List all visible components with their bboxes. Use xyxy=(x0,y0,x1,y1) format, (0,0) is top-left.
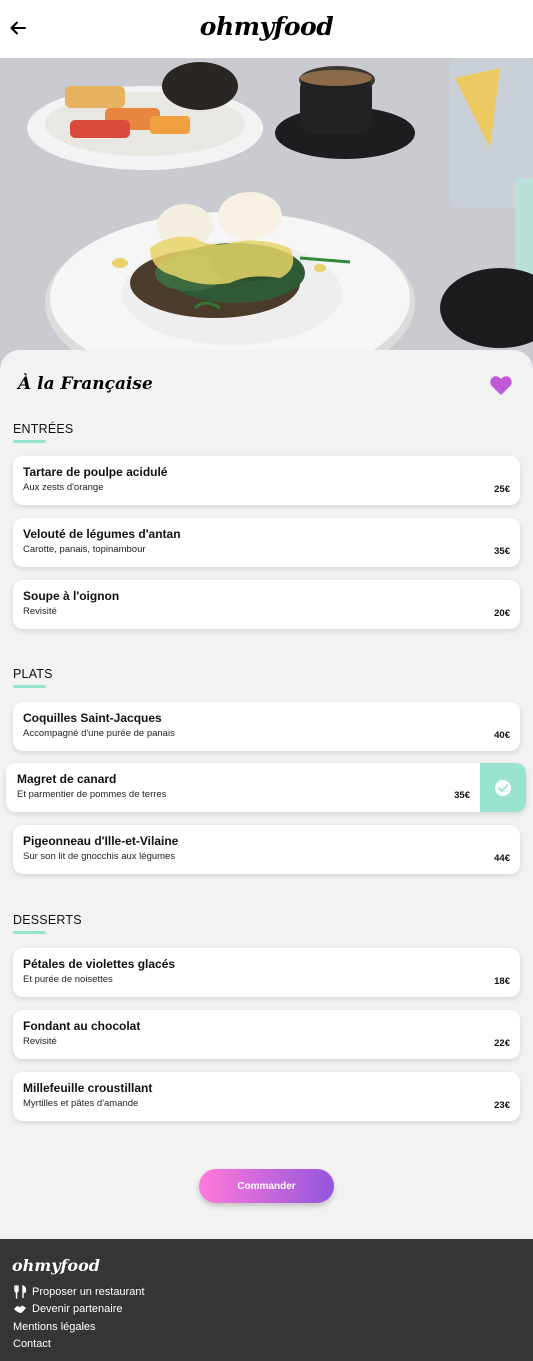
dish-card-selected[interactable]: Magret de canard Et parmentier de pommes… xyxy=(6,763,526,812)
dish-name: Tartare de poulpe acidulé xyxy=(23,465,168,479)
dish-card[interactable]: Coquilles Saint-Jacques Accompagné d'une… xyxy=(13,702,520,751)
dish-price: 35€ xyxy=(454,790,470,801)
menu-card: À la Française ENTRÉES Tartare de poulpe… xyxy=(0,350,533,1240)
footer-link-contact[interactable]: Contact xyxy=(13,1338,51,1350)
dish-card[interactable]: Tartare de poulpe acidulé Aux zests d'or… xyxy=(13,456,520,505)
section-title-entrees: ENTRÉES xyxy=(13,422,74,436)
check-circle-icon xyxy=(495,780,511,796)
dish-name: Coquilles Saint-Jacques xyxy=(23,711,162,725)
heart-icon[interactable] xyxy=(489,374,513,396)
dish-name: Magret de canard xyxy=(17,772,117,786)
selected-check-badge xyxy=(480,763,526,812)
handshake-icon xyxy=(14,1305,26,1313)
section-underline xyxy=(13,685,46,688)
dish-description: Revisité xyxy=(23,606,57,617)
dish-description: Et purée de noisettes xyxy=(23,974,113,985)
dish-name: Fondant au chocolat xyxy=(23,1019,141,1033)
dish-description: Accompagné d'une purée de panais xyxy=(23,728,175,739)
dish-price: 22€ xyxy=(494,1038,510,1049)
dish-price: 23€ xyxy=(494,1100,510,1111)
dish-description: Revisité xyxy=(23,1036,57,1047)
dish-price: 25€ xyxy=(494,484,510,495)
footer-link-label: Devenir partenaire xyxy=(32,1303,123,1315)
restaurant-name: À la Française xyxy=(18,374,153,394)
dish-price: 40€ xyxy=(494,730,510,741)
order-button[interactable]: Commander xyxy=(199,1169,334,1203)
restaurant-hero-image xyxy=(0,58,533,378)
top-bar: ohmyfood xyxy=(0,0,533,58)
dish-price: 20€ xyxy=(494,608,510,619)
footer-link-label: Proposer un restaurant xyxy=(32,1286,145,1298)
dish-card[interactable]: Velouté de légumes d'antan Carotte, pana… xyxy=(13,518,520,567)
dish-description: Sur son lit de gnocchis aux légumes xyxy=(23,851,176,862)
dish-card[interactable]: Soupe à l'oignon Revisité 20€ xyxy=(13,580,520,629)
dish-description: Aux zests d'orange xyxy=(23,482,104,493)
dish-description: Et parmentier de pommes de terres xyxy=(17,789,167,800)
footer-link-propose-restaurant[interactable]: Proposer un restaurant xyxy=(13,1285,145,1299)
dish-price: 18€ xyxy=(494,976,510,987)
section-underline xyxy=(13,931,46,934)
dish-name: Pigeonneau d'Ille-et-Vilaine xyxy=(23,834,179,848)
dish-description: Carotte, panais, topinambour xyxy=(23,544,146,555)
footer-link-become-partner[interactable]: Devenir partenaire xyxy=(13,1303,123,1315)
section-title-desserts: DESSERTS xyxy=(13,913,82,927)
dish-card[interactable]: Fondant au chocolat Revisité 22€ xyxy=(13,1010,520,1059)
dish-description: Myrtilles et pâtes d'amande xyxy=(23,1098,139,1109)
dish-name: Millefeuille croustillant xyxy=(23,1081,153,1095)
dish-card[interactable]: Pigeonneau d'Ille-et-Vilaine Sur son lit… xyxy=(13,825,520,874)
dish-price: 35€ xyxy=(494,546,510,557)
dish-card[interactable]: Pétales de violettes glacés Et purée de … xyxy=(13,948,520,997)
dish-name: Velouté de légumes d'antan xyxy=(23,527,181,541)
utensils-icon xyxy=(14,1285,27,1299)
section-underline xyxy=(13,440,46,443)
footer-link-label: Contact xyxy=(13,1338,51,1350)
section-title-plats: PLATS xyxy=(13,667,53,681)
dish-name: Soupe à l'oignon xyxy=(23,589,120,603)
footer: ohmyfood Proposer un restaurant Devenir … xyxy=(0,1239,533,1361)
dish-card[interactable]: Millefeuille croustillant Myrtilles et p… xyxy=(13,1072,520,1121)
dish-name: Pétales de violettes glacés xyxy=(23,957,176,971)
dish-price: 44€ xyxy=(494,853,510,864)
app-logo[interactable]: ohmyfood xyxy=(0,12,533,41)
footer-logo[interactable]: ohmyfood xyxy=(12,1256,100,1275)
footer-link-label: Mentions légales xyxy=(13,1321,96,1333)
footer-link-legal[interactable]: Mentions légales xyxy=(13,1321,96,1333)
